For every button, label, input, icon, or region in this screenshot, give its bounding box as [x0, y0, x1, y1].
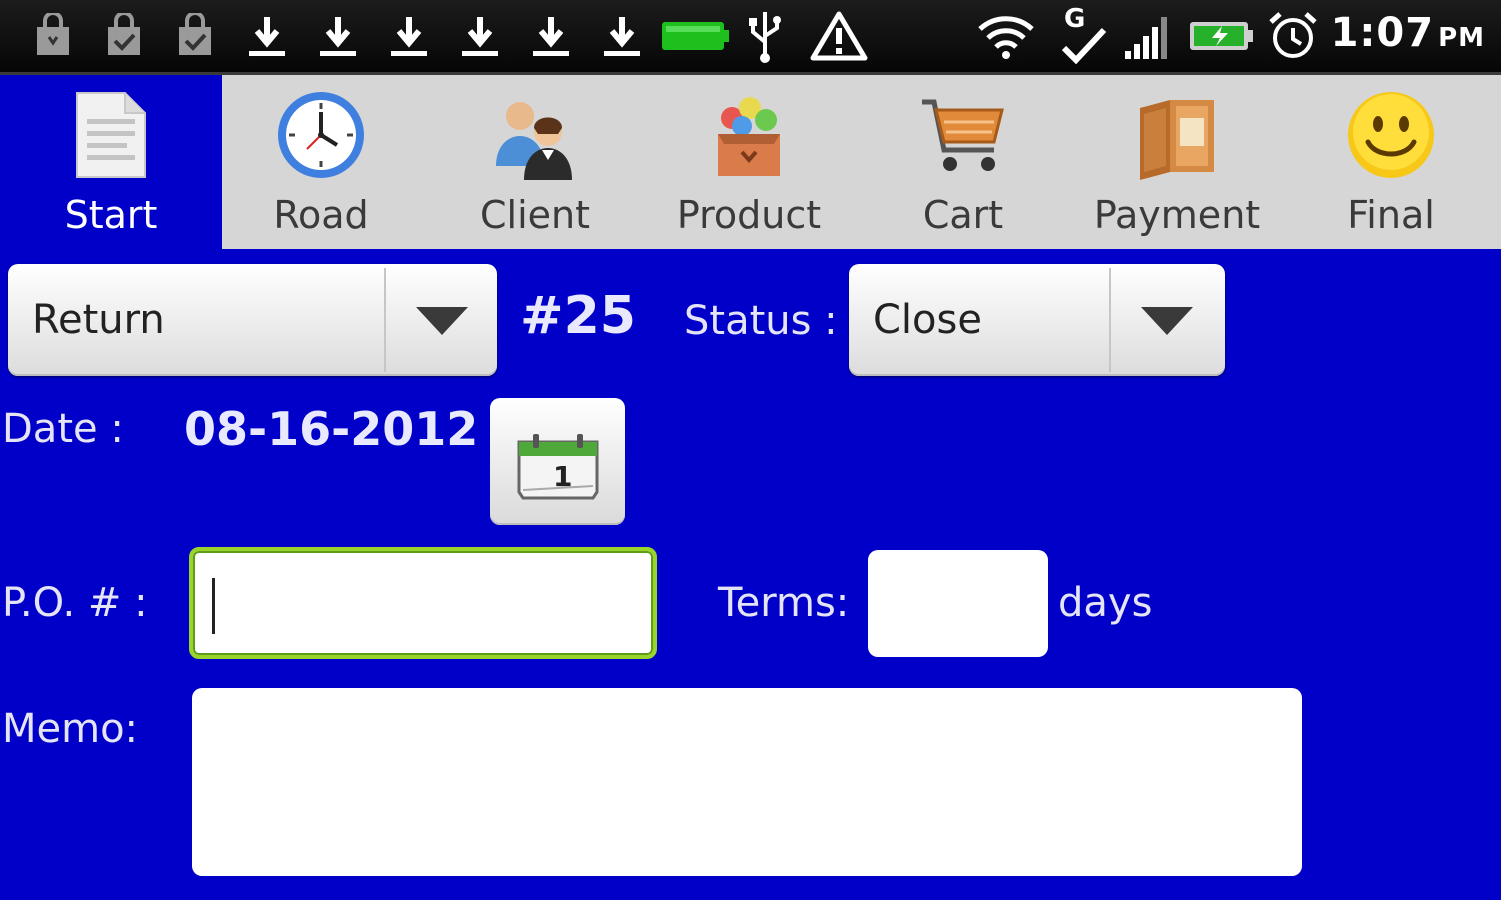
tab-payment[interactable]: Payment	[1070, 75, 1284, 249]
download-icon	[458, 8, 502, 64]
tab-label: Client	[479, 193, 590, 237]
tab-client[interactable]: Client	[428, 75, 642, 249]
bag-check-icon	[101, 8, 147, 64]
tab-label: Product	[676, 193, 822, 237]
status-bar: G 1:07 PM	[0, 0, 1501, 75]
tab-label: Final	[1347, 193, 1435, 237]
network-type-label: G	[1064, 4, 1086, 34]
clock-icon	[273, 87, 369, 183]
date-value: 08-16-2012	[184, 402, 479, 456]
download-icon	[529, 8, 573, 64]
people-icon	[487, 87, 583, 183]
alarm-icon	[1266, 8, 1320, 64]
battery-charging-icon	[1188, 8, 1254, 64]
wallet-icon	[1129, 87, 1225, 183]
tab-label: Road	[273, 193, 369, 237]
tab-bar: Start Road Client Product Cart Payment F…	[0, 75, 1501, 249]
wifi-icon	[976, 8, 1036, 64]
usb-icon	[742, 8, 788, 64]
type-dropdown-value: Return	[32, 297, 165, 343]
tab-label: Cart	[922, 193, 1004, 237]
tab-label: Start	[64, 193, 158, 237]
smiley-icon	[1343, 87, 1439, 183]
box-icon	[701, 87, 797, 183]
bag-check-icon	[172, 8, 218, 64]
download-icon	[245, 8, 289, 64]
status-dropdown-value: Close	[873, 297, 982, 343]
signal-icon	[1122, 8, 1174, 64]
po-number-input[interactable]	[189, 547, 657, 659]
download-icon	[600, 8, 644, 64]
chevron-down-icon	[386, 264, 498, 376]
tab-label: Payment	[1093, 193, 1261, 237]
memo-label: Memo:	[2, 706, 139, 752]
warning-icon	[808, 8, 870, 64]
download-icon	[316, 8, 360, 64]
clock-time: 1:07	[1330, 10, 1435, 56]
clock: 1:07 PM	[1331, 10, 1485, 56]
tab-road[interactable]: Road	[214, 75, 428, 249]
po-label: P.O. # :	[2, 580, 148, 626]
memo-textarea[interactable]	[192, 688, 1302, 876]
battery-full-icon	[660, 8, 730, 64]
bag-icon	[30, 8, 76, 64]
tab-start[interactable]: Start	[0, 75, 222, 249]
terms-label: Terms:	[718, 580, 850, 626]
tab-product[interactable]: Product	[642, 75, 856, 249]
status-label: Status :	[684, 298, 838, 344]
calendar-button[interactable]: 1	[490, 398, 625, 525]
type-dropdown[interactable]: Return	[8, 264, 497, 376]
clock-ampm: PM	[1438, 23, 1485, 53]
calendar-icon: 1	[517, 433, 598, 499]
tab-cart[interactable]: Cart	[856, 75, 1070, 249]
document-icon	[63, 87, 159, 183]
calendar-day: 1	[553, 460, 572, 493]
text-cursor	[212, 578, 215, 634]
order-number: #25	[520, 286, 636, 346]
terms-unit-label: days	[1058, 580, 1153, 626]
date-label: Date :	[2, 406, 124, 452]
cart-icon	[915, 87, 1011, 183]
download-icon	[387, 8, 431, 64]
terms-input[interactable]	[868, 550, 1048, 657]
tab-final[interactable]: Final	[1284, 75, 1498, 249]
g-sync-icon: G	[1058, 4, 1110, 64]
status-dropdown[interactable]: Close	[849, 264, 1225, 376]
chevron-down-icon	[1111, 264, 1223, 376]
